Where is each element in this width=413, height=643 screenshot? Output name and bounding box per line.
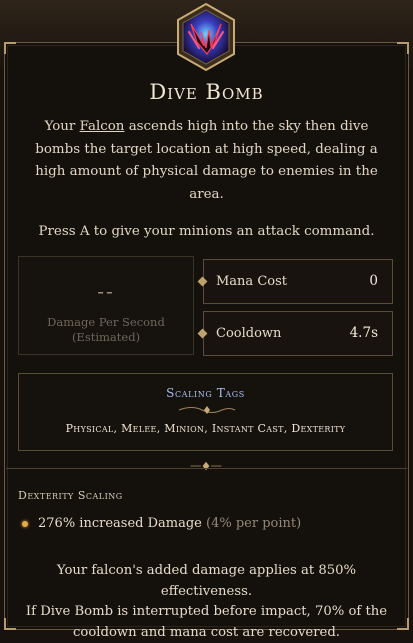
cooldown-value: 4.7s: [350, 325, 378, 341]
mana-cost-stat: Mana Cost 0: [203, 259, 393, 304]
cooldown-label: Cooldown: [216, 326, 281, 341]
mana-cost-label: Mana Cost: [216, 274, 287, 289]
dps-label: Damage Per Second (Estimated): [19, 315, 193, 345]
dexterity-bonus-item: 276% increased Damage (4% per point): [22, 516, 301, 531]
mana-cost-value: 0: [369, 273, 378, 289]
section-divider: [6, 468, 407, 469]
dps-label-line: (Estimated): [19, 330, 193, 345]
footer-line: cooldown and mana cost are recovered.: [10, 623, 403, 643]
footer-line: Your falcon's added damage applies at 85…: [10, 561, 403, 602]
scaling-tags-box: Scaling Tags Physical, Melee, Minion, In…: [18, 373, 393, 451]
flourish-ornament-icon: [177, 404, 237, 416]
dexterity-bonus-note: (4% per point): [206, 516, 301, 531]
skill-tooltip: Dive Bomb Your Falcon ascends high into …: [0, 0, 413, 634]
dps-value: --: [19, 279, 193, 303]
command-hint: Press A to give your minions an attack c…: [0, 224, 413, 239]
falcon-link[interactable]: Falcon: [80, 119, 125, 134]
divider-ornament-icon: [186, 460, 226, 472]
footer-notes: Your falcon's added damage applies at 85…: [10, 561, 403, 643]
cooldown-stat: Cooldown 4.7s: [203, 311, 393, 356]
dexterity-bonus: 276% increased Damage: [38, 516, 202, 531]
footer-line: If Dive Bomb is interrupted before impac…: [10, 602, 403, 623]
desc-text: Your: [45, 119, 80, 134]
dexterity-scaling-header: Dexterity Scaling: [18, 489, 123, 502]
skill-description: Your Falcon ascends high into the sky th…: [28, 116, 385, 206]
bullet-icon: [22, 521, 28, 527]
scaling-tags-title: Scaling Tags: [19, 386, 392, 400]
dps-label-line: Damage Per Second: [19, 315, 193, 330]
dps-box: -- Damage Per Second (Estimated): [18, 256, 194, 355]
skill-title: Dive Bomb: [0, 80, 413, 104]
corner-ornament: [4, 42, 16, 54]
dive-bomb-falcon-icon: [171, 2, 241, 72]
corner-ornament: [397, 42, 409, 54]
scaling-tags-list: Physical, Melee, Minion, Instant Cast, D…: [19, 422, 392, 435]
